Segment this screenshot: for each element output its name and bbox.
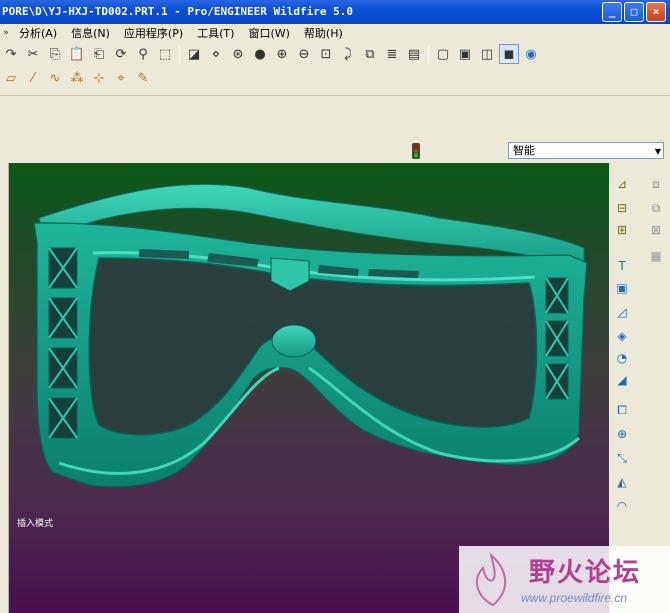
display-style-icon[interactable]: ⊛ (228, 44, 248, 64)
datum-axis-icon[interactable]: ⁄ (23, 68, 43, 88)
datum-curve-icon[interactable]: ∿ (45, 68, 65, 88)
menu-window[interactable]: 窗口(W) (241, 25, 296, 41)
toolbar-separator (179, 45, 180, 63)
main-toolbar: ↷ ✂ ⎘ 📋 ⎗ ⟳ ⚲ ⬚ ◪ ⋄ ⊛ ● ⊕ ⊖ ⊡ ⤸ ⧉ ≣ ▤ ▢ … (0, 43, 670, 65)
datum-icon[interactable]: ⋄ (206, 44, 226, 64)
window-title: PORE\D\YJ-HXJ-TD002.PRT.1 - Pro/ENGINEER… (2, 5, 353, 18)
analysis-feature-icon[interactable]: ⌖ (111, 68, 131, 88)
enhanced-realism-icon[interactable]: ◉ (521, 44, 541, 64)
layers-icon[interactable]: ≣ (382, 44, 402, 64)
zoom-in-icon[interactable]: ⊕ (272, 44, 292, 64)
trim-disabled-icon: ⊠ (650, 223, 662, 237)
left-sash[interactable] (0, 163, 9, 613)
menu-bar: » 分析(A) 信息(N) 应用程序(P) 工具(T) 窗口(W) 帮助(H) (0, 24, 670, 42)
reorient-icon[interactable]: ⤸ (338, 44, 358, 64)
cut-icon[interactable]: ✂ (23, 44, 43, 64)
menu-tools[interactable]: 工具(T) (190, 25, 241, 41)
selection-filter-select[interactable]: 智能 ▼ (508, 142, 664, 159)
view-manager-icon[interactable]: ▤ (404, 44, 424, 64)
plane-tool-icon[interactable]: ⊟ (613, 199, 631, 217)
app-window: PORE\D\YJ-HXJ-TD002.PRT.1 - Pro/ENGINEER… (0, 0, 670, 613)
datum-point-icon[interactable]: ⁂ (67, 68, 87, 88)
boundary-icon[interactable]: ◭ (613, 473, 631, 491)
datum-toolbar: ▱ ⁄ ∿ ⁂ ⊹ ⌖ ✎ (0, 67, 670, 89)
sketched-datum-icon[interactable]: ✎ (133, 68, 153, 88)
watermark-title: 野火论坛 (529, 558, 642, 588)
menu-overflow-icon[interactable]: » (1, 23, 11, 43)
no-hidden-icon[interactable]: ◫ (477, 44, 497, 64)
shell-icon[interactable]: ⧠ (613, 401, 631, 419)
pattern-disabled-icon: ▦ (650, 249, 662, 263)
style-icon[interactable]: ◠ (613, 497, 631, 515)
merge-disabled-icon: ⧉ (651, 200, 661, 215)
watermark-logo: 野火论坛 www.proewildfire.cn (459, 546, 670, 613)
extrude-icon[interactable]: T (613, 257, 631, 275)
minimize-button[interactable]: _ (602, 2, 622, 22)
wireframe-icon[interactable]: ▢ (433, 44, 453, 64)
redo-icon[interactable]: ↷ (1, 44, 21, 64)
regenerate-icon[interactable]: ⟳ (111, 44, 131, 64)
select-box-icon[interactable]: ⬚ (155, 44, 175, 64)
draft-icon[interactable]: ⤡ (613, 449, 631, 467)
watermark-url: www.proewildfire.cn (521, 591, 628, 605)
blend-icon[interactable]: ◈ (613, 327, 631, 345)
menu-applications[interactable]: 应用程序(P) (117, 25, 190, 41)
menu-help[interactable]: 帮助(H) (297, 25, 350, 41)
menu-analysis[interactable]: 分析(A) (12, 25, 64, 41)
saved-views-icon[interactable]: ⧉ (360, 44, 380, 64)
title-bar: PORE\D\YJ-HXJ-TD002.PRT.1 - Pro/ENGINEER… (0, 0, 670, 24)
shading-icon[interactable]: ● (250, 44, 270, 64)
hidden-line-icon[interactable]: ▣ (455, 44, 475, 64)
sweep-icon[interactable]: ◿ (613, 303, 631, 321)
sketch-icon[interactable]: ◪ (184, 44, 204, 64)
menu-info[interactable]: 信息(N) (64, 25, 117, 41)
zoom-out-icon[interactable]: ⊖ (294, 44, 314, 64)
flame-logo-icon (475, 552, 507, 607)
find-icon[interactable]: ⚲ (133, 44, 153, 64)
point-tool-icon[interactable]: ⊞ (613, 221, 631, 239)
revolve-icon[interactable]: ▣ (613, 279, 631, 297)
mode-indicator: 插入模式 (17, 519, 54, 529)
datum-plane-icon[interactable]: ▱ (1, 68, 21, 88)
copy-icon[interactable]: ⎘ (45, 44, 65, 64)
maximize-button[interactable]: □ (624, 2, 644, 22)
chevron-down-icon: ▼ (654, 147, 661, 156)
traffic-light-icon (412, 143, 420, 159)
mirror-disabled-icon: ⧈ (652, 176, 660, 191)
paste-icon[interactable]: 📋 (67, 44, 87, 64)
paste-special-icon[interactable]: ⎗ (89, 44, 109, 64)
shaded-icon[interactable]: ◼ (499, 44, 519, 64)
sketch-tool-icon[interactable]: ⊿ (613, 175, 631, 193)
selection-filter-value: 智能 (513, 144, 535, 157)
refit-icon[interactable]: ⊡ (316, 44, 336, 64)
rib-icon[interactable]: ⊕ (613, 425, 631, 443)
toolbar-separator (428, 45, 429, 63)
hole-icon[interactable]: ◔ (613, 349, 631, 367)
close-button[interactable]: × (646, 2, 666, 22)
round-icon[interactable]: ◢ (613, 371, 631, 389)
coordinate-system-icon[interactable]: ⊹ (89, 68, 109, 88)
